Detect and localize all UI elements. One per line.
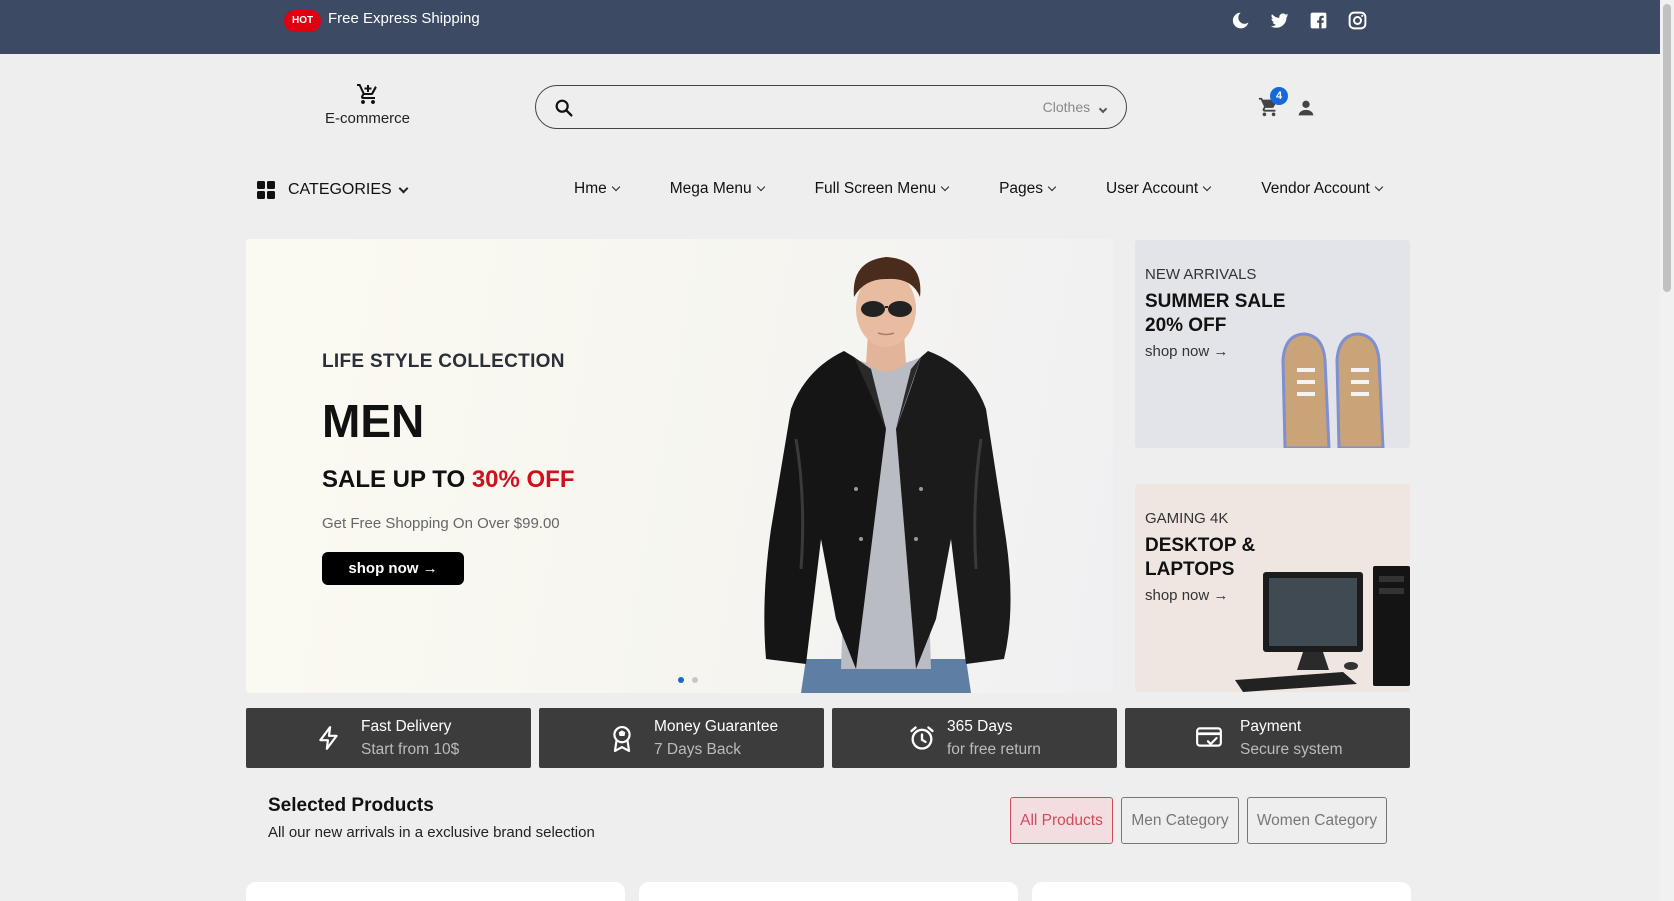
- categories-button[interactable]: CATEGORIES: [256, 180, 409, 200]
- search-category-select[interactable]: Clothes: [1042, 99, 1108, 115]
- lightning-icon: [316, 724, 342, 757]
- promo-shop-now-link[interactable]: shop now →: [1145, 587, 1228, 604]
- chevron-down-icon: [1098, 104, 1108, 114]
- nav-item-home[interactable]: Hme: [574, 180, 620, 198]
- award-icon: [609, 724, 635, 759]
- site-logo[interactable]: E-commerce: [310, 82, 425, 127]
- feature-title: Payment: [1240, 718, 1302, 735]
- nav-item-label: User Account: [1106, 180, 1199, 197]
- hero-title: MEN: [322, 395, 425, 447]
- hero-shop-now-button[interactable]: shop now →: [322, 552, 464, 585]
- feature-subtitle: 7 Days Back: [654, 741, 742, 758]
- nav-item-label: Hme: [574, 180, 607, 197]
- chevron-down-icon: [611, 182, 620, 192]
- logo-text: E-commerce: [324, 110, 410, 127]
- nav-item-pages[interactable]: Pages: [999, 180, 1057, 198]
- facebook-icon[interactable]: [1308, 10, 1329, 31]
- promo-kicker: NEW ARRIVALS: [1145, 266, 1257, 283]
- filter-women-category-button[interactable]: Women Category: [1247, 797, 1387, 844]
- main-nav: Hme Mega Menu Full Screen Menu Pages Use…: [574, 180, 1384, 198]
- desktop-computer-image: [1235, 566, 1410, 692]
- moon-icon[interactable]: [1230, 10, 1251, 31]
- nav-item-label: Mega Menu: [669, 180, 752, 197]
- filter-all-products-button[interactable]: All Products: [1010, 797, 1113, 844]
- nav-item-full-screen-menu[interactable]: Full Screen Menu: [814, 180, 950, 198]
- hero-kicker: LIFE STYLE COLLECTION: [322, 351, 565, 372]
- cart-count-badge: 4: [1270, 87, 1288, 105]
- hero-sale: SALE UP TO 30% OFF: [322, 466, 575, 494]
- grid-icon: [257, 181, 275, 199]
- search-category-label: Clothes: [1042, 99, 1091, 115]
- promo-card-summer-sale[interactable]: NEW ARRIVALS SUMMER SALE 20% OFF shop no…: [1135, 240, 1410, 448]
- search-bar[interactable]: Clothes: [535, 85, 1127, 129]
- nav-item-mega-menu[interactable]: Mega Menu: [669, 180, 765, 198]
- carousel-dots: [678, 677, 698, 683]
- filter-men-category-button[interactable]: Men Category: [1121, 797, 1239, 844]
- product-card[interactable]: [639, 882, 1018, 901]
- section-subtitle: All our new arrivals in a exclusive bran…: [268, 824, 595, 841]
- categories-label: CATEGORIES: [288, 181, 392, 198]
- scrollbar-thumb[interactable]: [1663, 4, 1671, 292]
- feature-subtitle: Secure system: [1240, 741, 1343, 758]
- hero-sale-prefix: SALE UP TO: [322, 466, 472, 493]
- instagram-icon[interactable]: [1347, 10, 1368, 31]
- hero-sale-highlight: 30% OFF: [471, 466, 575, 493]
- feature-subtitle: for free return: [947, 741, 1041, 758]
- alarm-clock-icon: [908, 724, 936, 757]
- feature-fast-delivery: Fast Delivery Start from 10$: [246, 708, 531, 768]
- hero-carousel[interactable]: LIFE STYLE COLLECTION MEN SALE UP TO 30%…: [246, 239, 1113, 693]
- carousel-dot-active[interactable]: [678, 677, 684, 683]
- chevron-down-icon: [1374, 182, 1384, 192]
- promo-kicker: GAMING 4K: [1145, 510, 1229, 527]
- twitter-icon[interactable]: [1269, 10, 1290, 31]
- nav-item-label: Pages: [999, 180, 1044, 197]
- chevron-down-icon: [1202, 182, 1212, 192]
- chevron-down-icon: [1047, 182, 1057, 192]
- credit-card-icon: [1195, 724, 1223, 755]
- hero-subtitle: Get Free Shopping On Over $99.00: [322, 515, 560, 532]
- nav-item-label: Full Screen Menu: [814, 180, 937, 197]
- feature-title: 365 Days: [947, 718, 1013, 735]
- feature-365-days: 365 Days for free return: [832, 708, 1117, 768]
- nav-item-user-account[interactable]: User Account: [1106, 180, 1212, 198]
- shipping-text: Free Express Shipping: [328, 10, 480, 27]
- promo-card-desktop-laptops[interactable]: GAMING 4K DESKTOP & LAPTOPS shop now →: [1135, 484, 1410, 692]
- social-icons: [1230, 10, 1368, 31]
- chevron-down-icon: [940, 182, 950, 192]
- user-icon[interactable]: [1295, 97, 1317, 124]
- nav-item-vendor-account[interactable]: Vendor Account: [1261, 180, 1384, 198]
- chevron-down-icon: [756, 182, 765, 192]
- carousel-dot[interactable]: [692, 677, 698, 683]
- feature-title: Money Guarantee: [654, 718, 779, 735]
- product-card[interactable]: [246, 882, 625, 901]
- promo-shop-now-link[interactable]: shop now →: [1145, 343, 1228, 360]
- chevron-down-icon: [398, 183, 409, 193]
- nav-item-label: Vendor Account: [1261, 180, 1370, 197]
- cart-logo-icon: [356, 84, 377, 104]
- top-bar: HOT Free Express Shipping: [0, 0, 1674, 54]
- search-icon[interactable]: [553, 97, 575, 124]
- feature-title: Fast Delivery: [361, 718, 452, 735]
- product-card[interactable]: [1032, 882, 1411, 901]
- section-title: Selected Products: [268, 795, 434, 816]
- sneakers-image: [1281, 332, 1385, 448]
- feature-subtitle: Start from 10$: [361, 741, 460, 758]
- model-in-leather-jacket-image: [764, 257, 1011, 693]
- hot-badge: HOT: [284, 10, 322, 32]
- feature-money-guarantee: Money Guarantee 7 Days Back: [539, 708, 824, 768]
- feature-payment: Payment Secure system: [1125, 708, 1410, 768]
